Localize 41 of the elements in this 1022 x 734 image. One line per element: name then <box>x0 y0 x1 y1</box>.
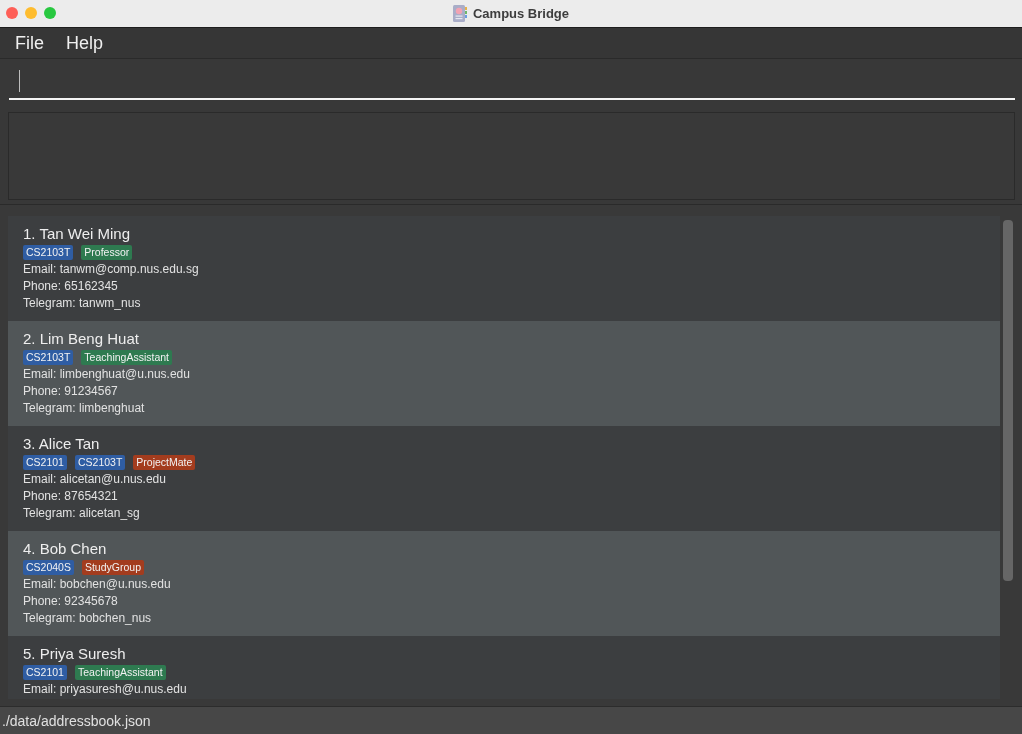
person-card[interactable]: 4. Bob Chen CS2040S StudyGroup Email: bobchen@u.nus.edu Phone: 92345678 Telegram: bobchen_nus <box>8 531 1000 636</box>
email-text: Email: tanwm@comp.nus.edu.sg <box>23 261 200 278</box>
person-tag: ProjectMate <box>133 455 196 470</box>
email-text: Email: bobchen@u.nus.edu <box>23 576 172 593</box>
person-tag: Professor <box>81 245 133 260</box>
menu-item[interactable]: Help <box>59 30 111 56</box>
person-tag: CS2103T <box>74 455 126 470</box>
telegram-text: Telegram: bobchen_nus <box>23 610 153 627</box>
text-cursor-icon <box>19 70 20 92</box>
phone-text: Phone: 92345678 <box>23 593 119 610</box>
contact-book-icon <box>452 5 467 22</box>
person-tag: CS2103T <box>23 350 74 365</box>
email-text: Email: alicetan@u.nus.edu <box>23 471 167 488</box>
menu-item[interactable]: File <box>8 30 51 56</box>
person-tag: TeachingAssistant <box>81 350 172 365</box>
person-name: 2. Lim Beng Huat <box>23 329 140 349</box>
minimize-button[interactable] <box>25 7 37 19</box>
close-button[interactable] <box>6 7 18 19</box>
person-tag: StudyGroup <box>81 560 144 575</box>
person-tag: CS2040S <box>23 560 74 575</box>
scrollbar-thumb[interactable] <box>1003 220 1013 581</box>
person-tag: TeachingAssistant <box>74 665 166 680</box>
telegram-text: Telegram: alicetan_sg <box>23 505 141 522</box>
person-tag: CS2103T <box>23 245 74 260</box>
phone-text: Phone: 65162345 <box>23 278 119 295</box>
zoom-button[interactable] <box>44 7 56 19</box>
phone-text: Phone: 87654321 <box>23 488 119 505</box>
phone-text: Phone: 91234567 <box>23 383 119 400</box>
telegram-text: Telegram: limbenghuat <box>23 400 146 417</box>
person-tag: CS2101 <box>23 455 67 470</box>
person-name: 5. Priya Suresh <box>23 644 127 664</box>
person-name: 3. Alice Tan <box>23 434 101 454</box>
person-name: 4. Bob Chen <box>23 539 108 559</box>
file-path-text: ./data/addressbook.json <box>2 712 151 729</box>
person-tag: CS2101 <box>23 665 67 680</box>
email-text: Email: priyasuresh@u.nus.edu <box>23 681 188 698</box>
person-name: 1. Tan Wei Ming <box>23 224 131 244</box>
window-title: Campus Bridge <box>472 6 570 21</box>
telegram-text: Telegram: tanwm_nus <box>23 295 142 312</box>
person-card[interactable]: 2. Lim Beng Huat CS2103T TeachingAssistant Email: limbenghuat@u.nus.edu Phone: 91234567 Telegram: limbenghuat <box>8 321 1000 426</box>
email-text: Email: limbenghuat@u.nus.edu <box>23 366 191 383</box>
